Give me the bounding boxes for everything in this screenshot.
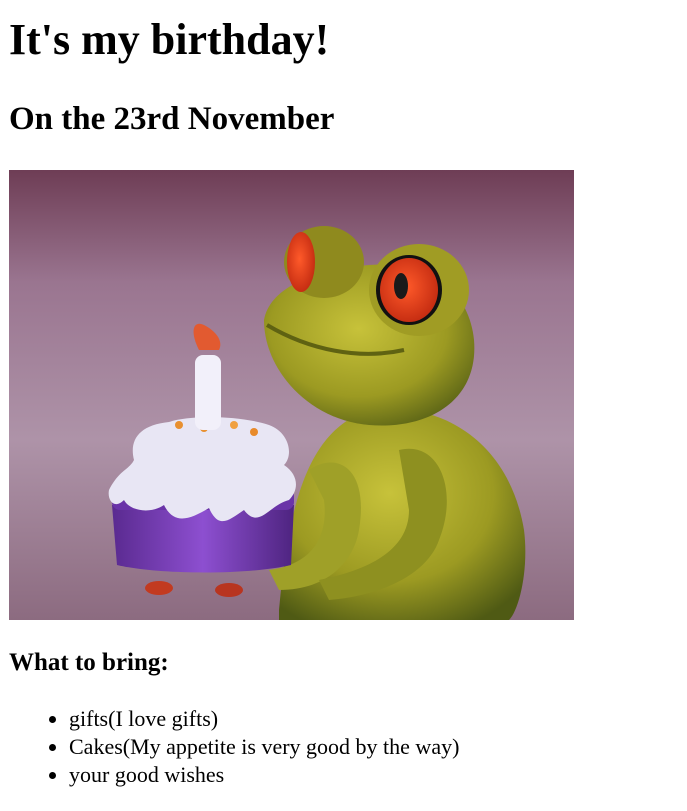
page-subtitle: On the 23rd November (9, 101, 335, 137)
bring-list: gifts(I love gifts) Cakes(My appetite is… (9, 705, 459, 789)
list-item: gifts(I love gifts) (69, 705, 459, 733)
what-to-bring-heading: What to bring: (9, 649, 169, 676)
list-item: Cakes(My appetite is very good by the wa… (69, 733, 459, 761)
birthday-frog-image (9, 170, 574, 620)
page-title: It's my birthday! (9, 15, 330, 64)
list-item: your good wishes (69, 761, 459, 789)
